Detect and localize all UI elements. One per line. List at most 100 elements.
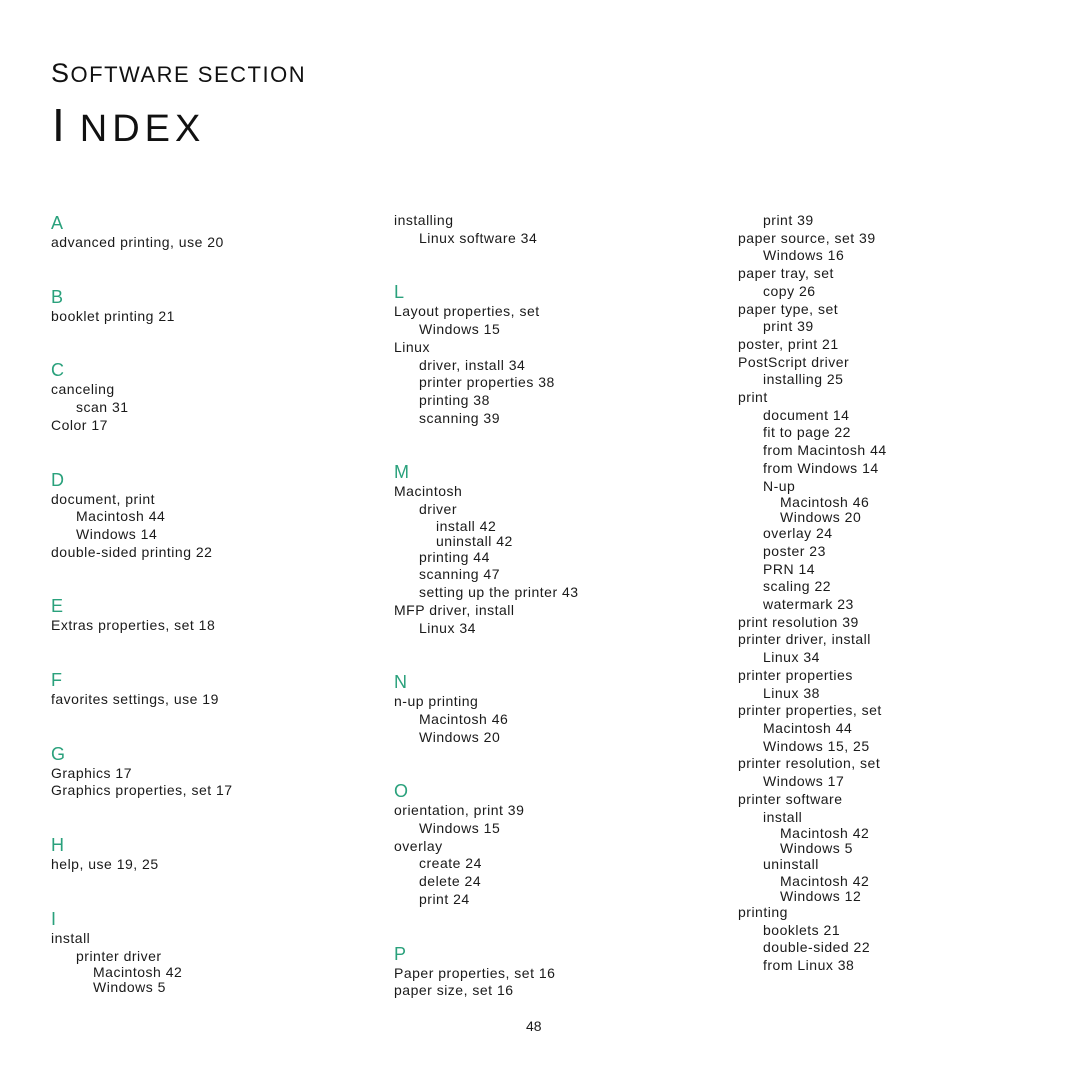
index-group: installing Linux software 34	[394, 212, 579, 247]
index-group: G Graphics 17 Graphics properties, set 17	[51, 743, 233, 800]
index-subentry: driver	[419, 501, 458, 518]
index-subentry: Linux software 34	[419, 229, 538, 246]
index-subentry: copy 26	[763, 282, 816, 299]
index-subentry: uninstall 42	[436, 532, 513, 549]
index-subentry: printing 38	[419, 391, 490, 408]
index-group: Hhelp, use 19, 25	[51, 834, 233, 874]
index-subentry: N-up	[763, 477, 796, 494]
index-entry: Graphics properties, set 17	[51, 782, 233, 799]
index-entry: printer software	[738, 790, 843, 807]
index-entry: Color 17	[51, 416, 108, 433]
index-letter-heading: O	[394, 781, 409, 802]
index-group: Bbooklet printing 21	[51, 286, 233, 326]
index-entry: printer properties, set	[738, 702, 882, 719]
index-subentry: print 39	[763, 318, 814, 335]
index-subentry: from Linux 38	[763, 957, 855, 974]
index-subentry: Macintosh 46	[419, 710, 509, 727]
index-group: Aadvanced printing, use 20	[51, 212, 233, 252]
index-letter-heading: F	[51, 670, 63, 691]
index-group: Ffavorites settings, use 19	[51, 669, 233, 709]
index-entry: install	[51, 929, 91, 946]
index-entry: n-up printing	[394, 693, 479, 710]
index-entry: printing	[738, 903, 788, 920]
index-entry: printer resolution, set	[738, 755, 881, 772]
index-subentry: printing 44	[419, 548, 490, 565]
index-subentry: poster 23	[763, 542, 826, 559]
index-subentry: Windows 5	[93, 979, 166, 996]
index-subentry: Linux 34	[763, 649, 820, 666]
index-subentry: print 39	[763, 212, 814, 228]
index-subentry: Windows 17	[763, 773, 845, 790]
index-entry: paper size, set 16	[394, 982, 514, 999]
index-subentry: Windows 15	[419, 321, 501, 338]
index-letter-heading: B	[51, 286, 64, 307]
index-subentry: Windows 20	[780, 509, 862, 526]
index-group: Nn-up printing Macintosh 46 Windows 20	[394, 671, 579, 746]
index-entry: advanced printing, use 20	[51, 234, 224, 250]
index-entry: Paper properties, set 16	[394, 964, 556, 981]
index-subentry: document 14	[763, 406, 850, 423]
index-entry: Layout properties, set	[394, 303, 540, 320]
index-entry: Graphics 17	[51, 764, 132, 781]
index-subentry: Windows 14	[76, 525, 158, 542]
index-group: E Extras properties, set 18	[51, 595, 233, 635]
index-entry: print resolution 39	[738, 613, 859, 630]
index-subentry: print 24	[419, 890, 470, 907]
index-group: print 39 paper source, set 39 Windows 16 pa…	[738, 212, 887, 975]
index-letter-heading: L	[394, 282, 405, 303]
index-entry: booklet printing 21	[51, 307, 175, 324]
index-entry: MFP driver, install	[394, 601, 515, 618]
index-subentry: scanning 39	[419, 409, 501, 426]
index-subentry: Windows 16	[763, 247, 845, 264]
index-letter-heading: P	[394, 943, 407, 964]
page-number: 48	[526, 1018, 542, 1034]
index-subentry: delete 24	[419, 873, 482, 890]
index-subentry: fit to page 22	[763, 424, 851, 441]
index-subentry: scanning 47	[419, 566, 501, 583]
index-subentry: Windows 15	[419, 820, 501, 837]
index-entry: poster, print 21	[738, 335, 839, 352]
index-subentry: Macintosh 42	[780, 872, 870, 889]
index-entry: printer properties	[738, 666, 853, 683]
index-subentry: Macintosh 44	[76, 508, 166, 525]
index-letter-heading: G	[51, 743, 66, 764]
index-entry: paper source, set 39	[738, 229, 876, 246]
index-subentry: driver, install 34	[419, 356, 526, 373]
index-subentry: Linux 34	[419, 619, 476, 636]
index-entry: favorites settings, use 19	[51, 691, 219, 708]
page-title-rest: NDEX	[79, 108, 206, 150]
index-subentry: install	[763, 808, 803, 825]
index-subentry: create 24	[419, 855, 482, 872]
index-entry: Macintosh	[394, 483, 463, 500]
index-column-3: print 39 paper source, set 39 Windows 16 pa…	[738, 212, 887, 975]
index-subentry: from Macintosh 44	[763, 442, 887, 459]
index-subentry: Macintosh 46	[780, 494, 870, 511]
index-letter-heading: E	[51, 596, 64, 617]
index-group: L Layout properties, set Windows 15 Linux dr…	[394, 281, 579, 427]
index-entry: paper tray, set	[738, 265, 834, 282]
index-subentry: setting up the printer 43	[419, 584, 579, 601]
index-subentry: Windows 12	[780, 887, 862, 904]
index-subentry: double-sided 22	[763, 939, 871, 956]
index-group: M Macintosh driver install 42 uninstall 42 pr…	[394, 461, 579, 637]
section-label-initial: S	[51, 58, 71, 88]
section-label: SOFTWARE SECTION	[51, 58, 306, 89]
section-label-rest: OFTWARE SECTION	[70, 62, 307, 87]
index-subentry: printer properties 38	[419, 374, 555, 391]
index-entry: overlay	[394, 837, 443, 854]
index-group: Ccanceling scan 31 Color 17	[51, 359, 233, 434]
page-title: I NDEX	[52, 98, 205, 152]
index-entry: paper type, set	[738, 300, 839, 317]
index-group: Iinstall printer driver Macintosh 42 Window…	[51, 908, 233, 995]
index-subentry: overlay 24	[763, 525, 833, 542]
index-subentry: install 42	[436, 517, 497, 534]
index-letter-heading: A	[51, 213, 64, 233]
